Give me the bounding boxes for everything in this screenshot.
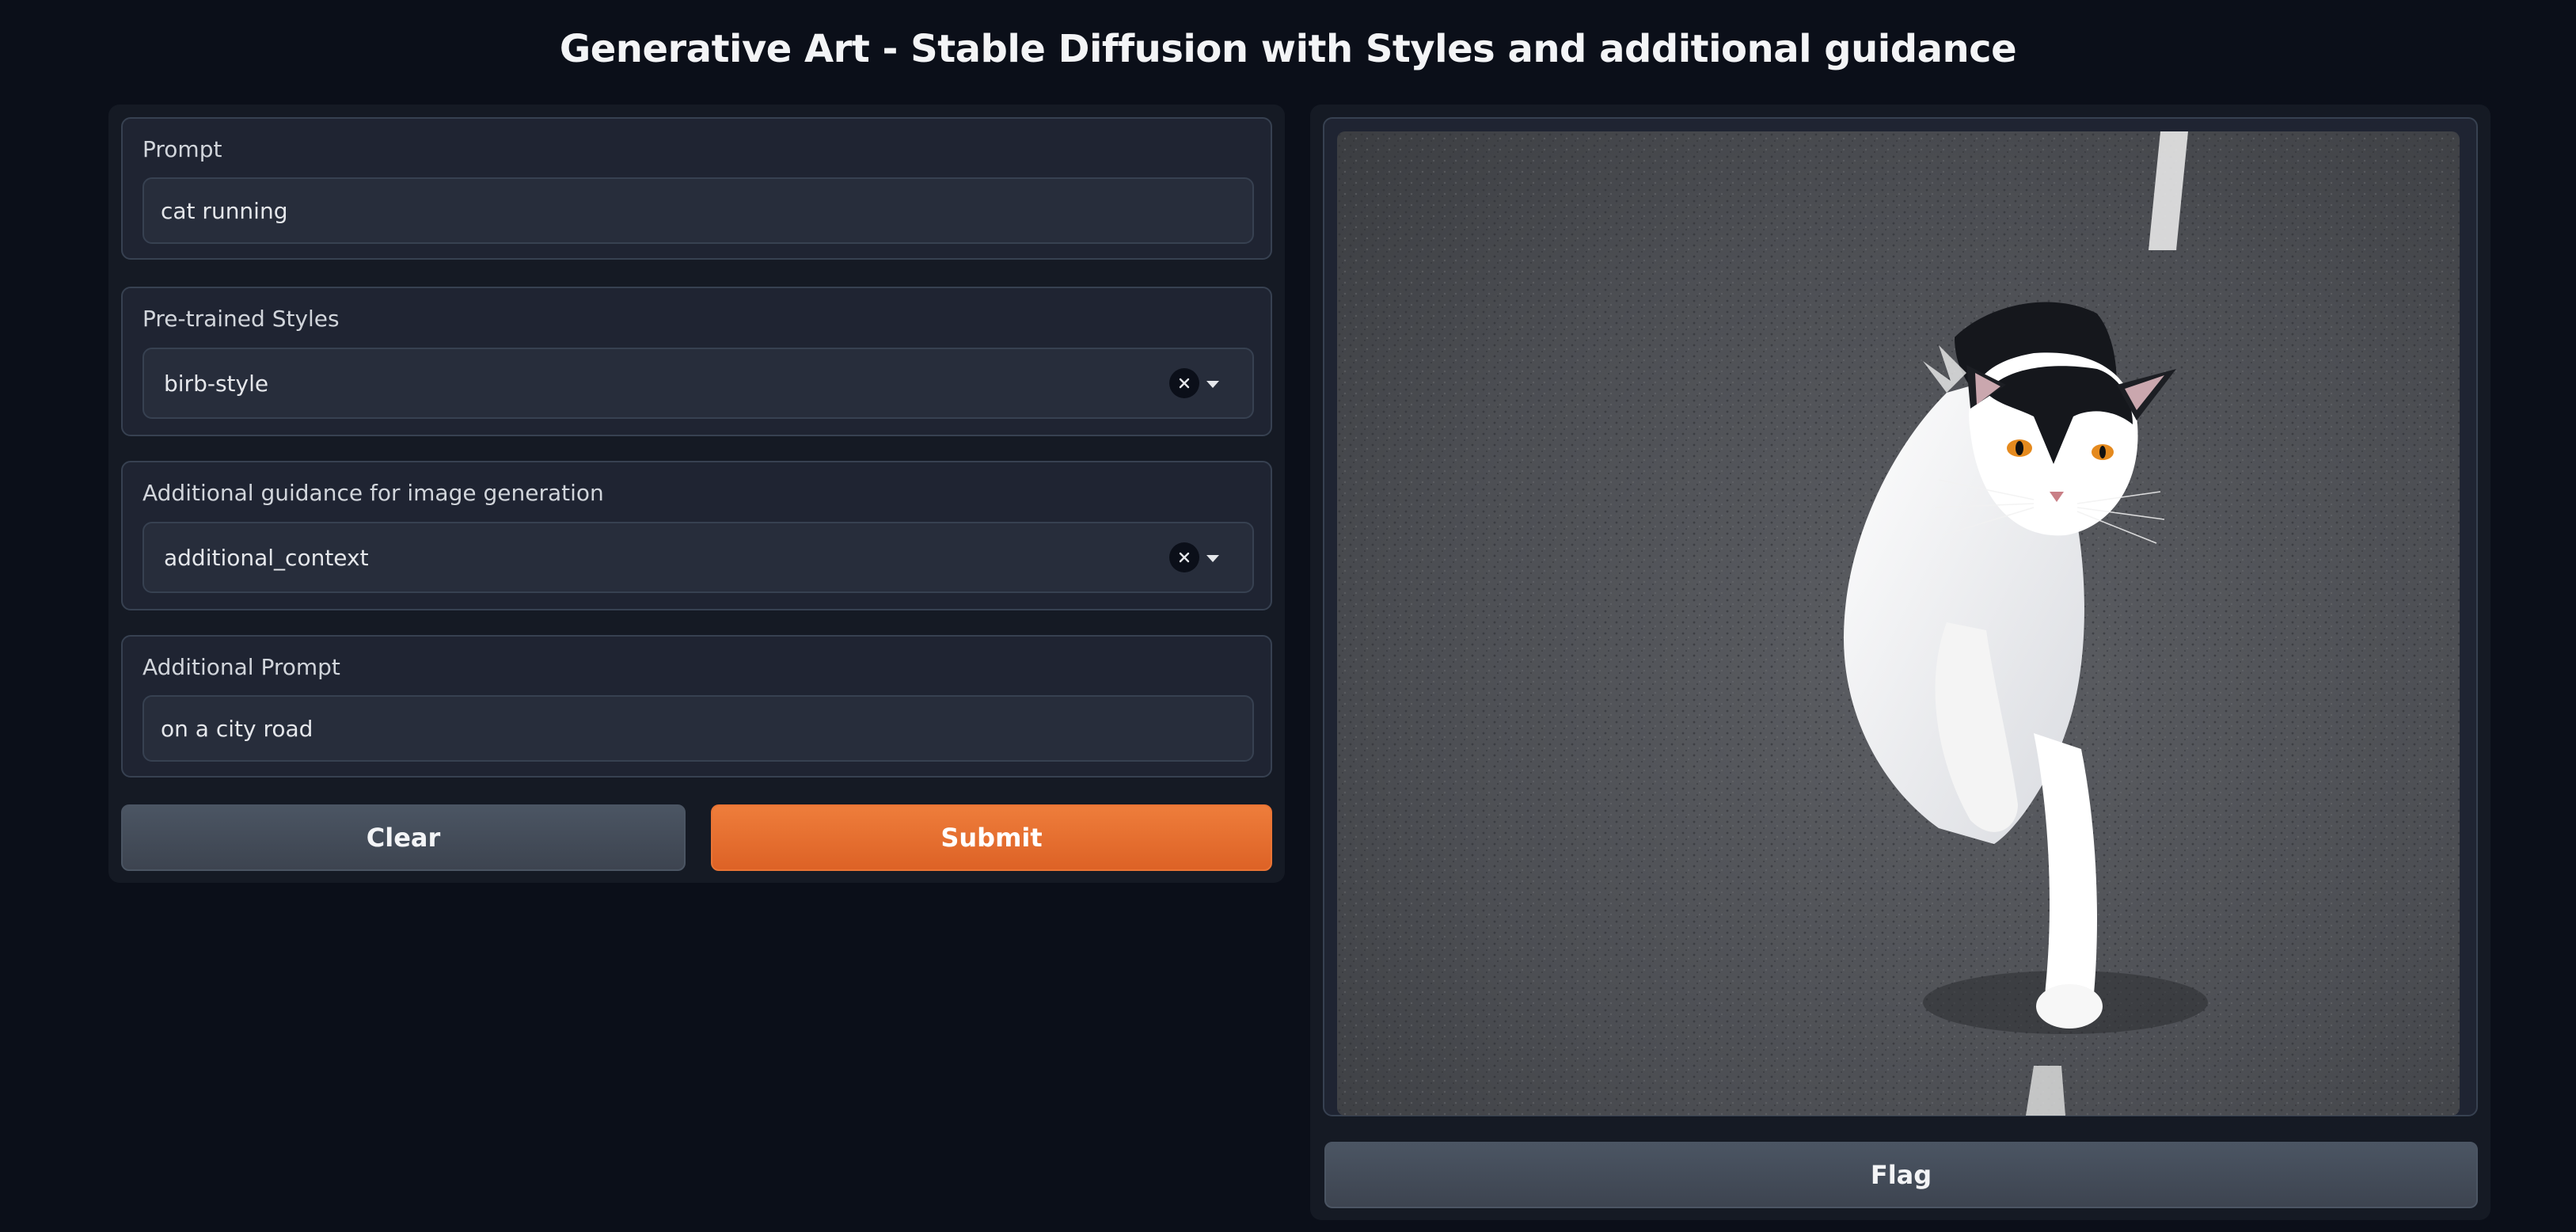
submit-button[interactable]: Submit	[711, 804, 1272, 871]
guidance-chevron-down-icon[interactable]	[1206, 555, 1219, 562]
output-image-frame	[1323, 117, 2478, 1116]
additional-prompt-label: Additional Prompt	[142, 654, 340, 680]
app-root: Generative Art - Stable Diffusion with S…	[0, 0, 2576, 1232]
prompt-input[interactable]: cat running	[142, 177, 1254, 244]
prompt-value: cat running	[161, 198, 288, 224]
guidance-clear-icon[interactable]	[1169, 542, 1199, 572]
styles-dropdown[interactable]: birb-style	[142, 348, 1254, 419]
guidance-block: Additional guidance for image generation…	[121, 461, 1272, 610]
flag-button[interactable]: Flag	[1324, 1142, 2478, 1208]
input-panel: Prompt cat running Pre-trained Styles bi…	[108, 105, 1285, 883]
page-title: Generative Art - Stable Diffusion with S…	[559, 27, 2017, 71]
guidance-selected-value: additional_context	[164, 545, 369, 571]
prompt-label: Prompt	[142, 136, 222, 162]
styles-selected-value: birb-style	[164, 371, 269, 397]
additional-prompt-value: on a city road	[161, 716, 313, 742]
styles-label: Pre-trained Styles	[142, 306, 340, 332]
prompt-block: Prompt cat running	[121, 117, 1272, 260]
output-panel: Flag	[1310, 105, 2491, 1220]
additional-prompt-input[interactable]: on a city road	[142, 695, 1254, 762]
styles-chevron-down-icon[interactable]	[1206, 381, 1219, 388]
cat-running-image	[1337, 131, 2460, 1116]
styles-block: Pre-trained Styles birb-style	[121, 287, 1272, 436]
output-image	[1337, 131, 2460, 1116]
guidance-dropdown[interactable]: additional_context	[142, 522, 1254, 593]
styles-clear-icon[interactable]	[1169, 368, 1199, 398]
guidance-label: Additional guidance for image generation	[142, 480, 604, 506]
additional-prompt-block: Additional Prompt on a city road	[121, 635, 1272, 778]
clear-button[interactable]: Clear	[121, 804, 686, 871]
